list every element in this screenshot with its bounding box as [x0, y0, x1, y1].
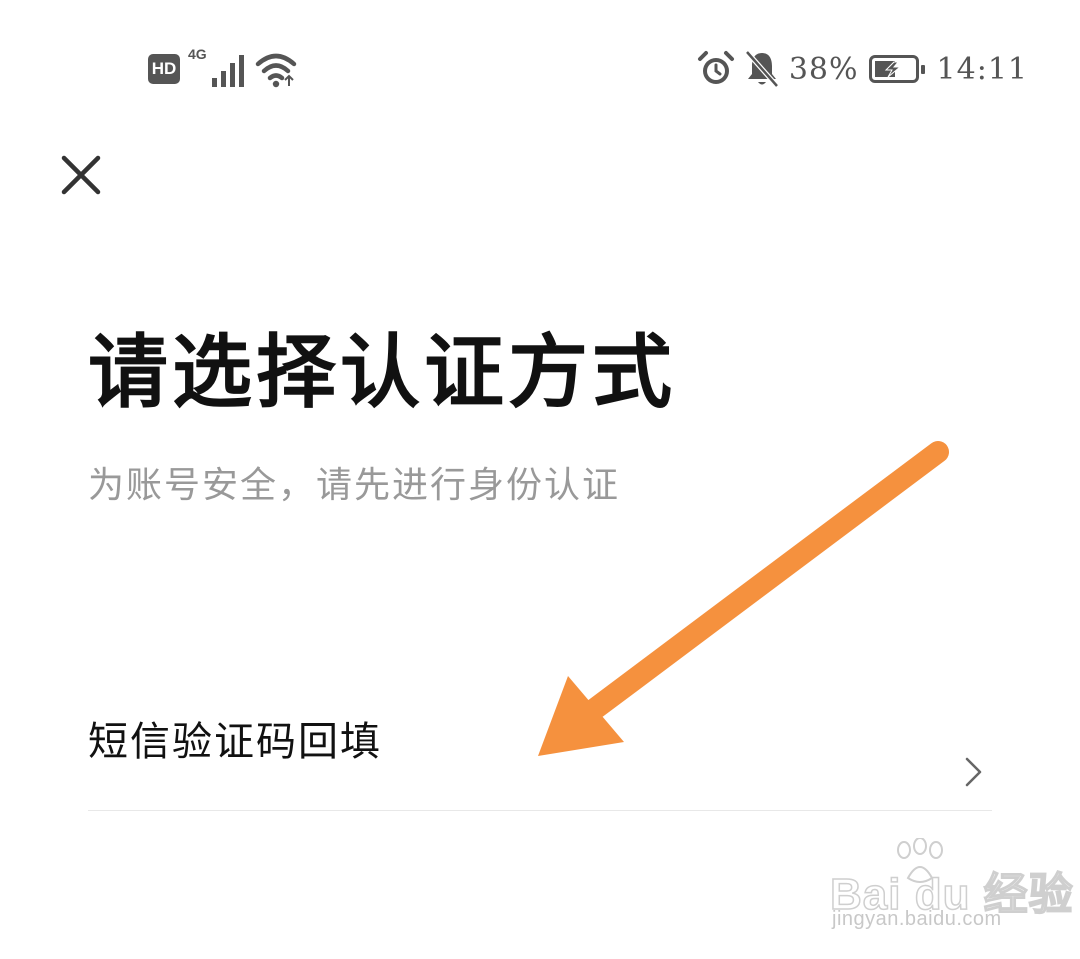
hd-icon: HD: [148, 54, 180, 84]
chevron-right-icon: [965, 757, 982, 787]
close-button[interactable]: [60, 154, 102, 196]
signal-icon: [211, 55, 244, 87]
close-icon: [61, 155, 101, 195]
network-type-label: 4G: [188, 46, 207, 62]
wifi-icon: [255, 53, 296, 88]
option-label: 短信验证码回填: [88, 719, 382, 765]
page-title: 请选择认证方式: [88, 326, 676, 419]
annotation-arrow-shaft: [569, 441, 949, 731]
battery-charging-icon: [868, 55, 925, 83]
status-bar-right: 38% 14:11: [697, 46, 1028, 92]
watermark: Bai du 经验 jingyan.baidu.com: [826, 838, 1073, 948]
option-sms-verification[interactable]: 短信验证码回填: [88, 700, 992, 811]
status-bar: HD 4G 38% 14:11: [0, 0, 1080, 135]
battery-percent: 38%: [788, 51, 859, 87]
page-subtitle: 为账号安全，请先进行身份认证: [88, 465, 621, 506]
bell-muted-icon: [744, 50, 779, 88]
alarm-icon: [697, 51, 734, 84]
status-bar-left: HD 4G: [148, 46, 299, 88]
clock: 14:11: [936, 51, 1028, 87]
watermark-url: jingyan.baidu.com: [832, 908, 1002, 930]
